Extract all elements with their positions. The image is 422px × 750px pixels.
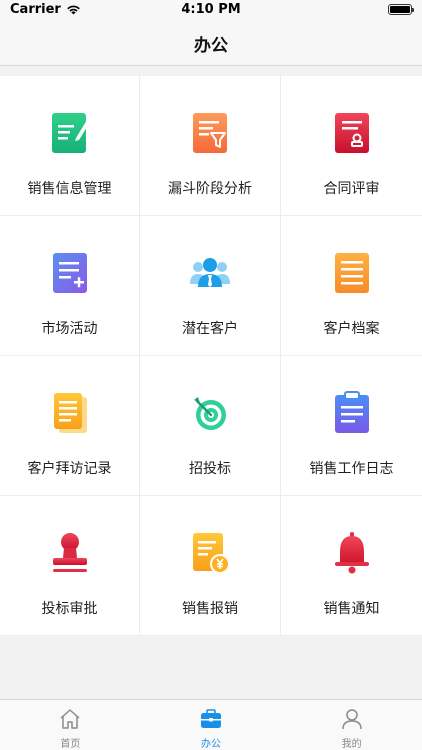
grid-item-bidding[interactable]: 招投标	[140, 356, 281, 496]
grid-item-label: 合同评审	[323, 181, 380, 197]
office-function-grid: 销售信息管理 漏斗阶段分析 合同评审 市场活动 潜在客户 客户档案 客户拜访记录…	[0, 76, 422, 636]
status-time: 4:10 PM	[181, 2, 241, 17]
grid-item-label: 招投标	[189, 461, 231, 477]
grid-item-contract-review[interactable]: 合同评审	[281, 76, 422, 216]
battery-icon	[388, 4, 414, 15]
bidding-target-icon	[189, 390, 231, 436]
potential-customer-icon	[189, 250, 231, 296]
work-log-icon	[331, 390, 373, 436]
tab-label: 我的	[341, 739, 362, 750]
grid-item-label: 销售通知	[323, 601, 380, 617]
grid-item-market-activity[interactable]: 市场活动	[0, 216, 140, 356]
bid-approval-stamp-icon	[49, 530, 91, 576]
grid-item-label: 销售信息管理	[27, 181, 112, 197]
navigation-bar: 办公	[0, 20, 422, 66]
funnel-analysis-icon	[189, 110, 231, 156]
grid-item-notification[interactable]: 销售通知	[281, 496, 422, 636]
sales-info-icon	[49, 110, 91, 156]
grid-item-label: 投标审批	[41, 601, 98, 617]
grid-item-label: 客户拜访记录	[27, 461, 112, 477]
profile-icon	[340, 707, 364, 731]
grid-item-customer-file[interactable]: 客户档案	[281, 216, 422, 356]
tab-label: 办公	[201, 739, 221, 750]
page-title: 办公	[194, 36, 228, 56]
grid-item-label: 漏斗阶段分析	[168, 181, 252, 197]
status-bar: Carrier 4:10 PM	[0, 0, 422, 20]
grid-item-funnel-analysis[interactable]: 漏斗阶段分析	[140, 76, 281, 216]
notification-bell-icon	[331, 530, 373, 576]
tab-label: 首页	[60, 739, 81, 750]
grid-item-label: 销售工作日志	[309, 461, 394, 477]
grid-item-reimbursement[interactable]: 销售报销	[140, 496, 281, 636]
visit-record-icon	[49, 390, 91, 436]
market-activity-icon	[49, 250, 91, 296]
grid-item-sales-info[interactable]: 销售信息管理	[0, 76, 140, 216]
tab-home[interactable]: 首页	[0, 700, 141, 750]
home-icon	[58, 707, 82, 731]
grid-item-label: 潜在客户	[182, 321, 238, 337]
briefcase-icon	[199, 707, 223, 731]
grid-item-bid-approval[interactable]: 投标审批	[0, 496, 140, 636]
grid-item-potential-customer[interactable]: 潜在客户	[140, 216, 281, 356]
tab-profile[interactable]: 我的	[281, 700, 422, 750]
grid-item-visit-record[interactable]: 客户拜访记录	[0, 356, 140, 496]
grid-item-label: 销售报销	[182, 601, 238, 617]
tab-bar: 首页 办公 我的	[0, 699, 422, 750]
grid-item-label: 客户档案	[323, 321, 380, 337]
grid-item-label: 市场活动	[41, 321, 98, 337]
contract-review-icon	[331, 110, 373, 156]
tab-office[interactable]: 办公	[141, 700, 282, 750]
customer-file-icon	[331, 250, 373, 296]
reimbursement-icon	[189, 530, 231, 576]
grid-item-work-log[interactable]: 销售工作日志	[281, 356, 422, 496]
